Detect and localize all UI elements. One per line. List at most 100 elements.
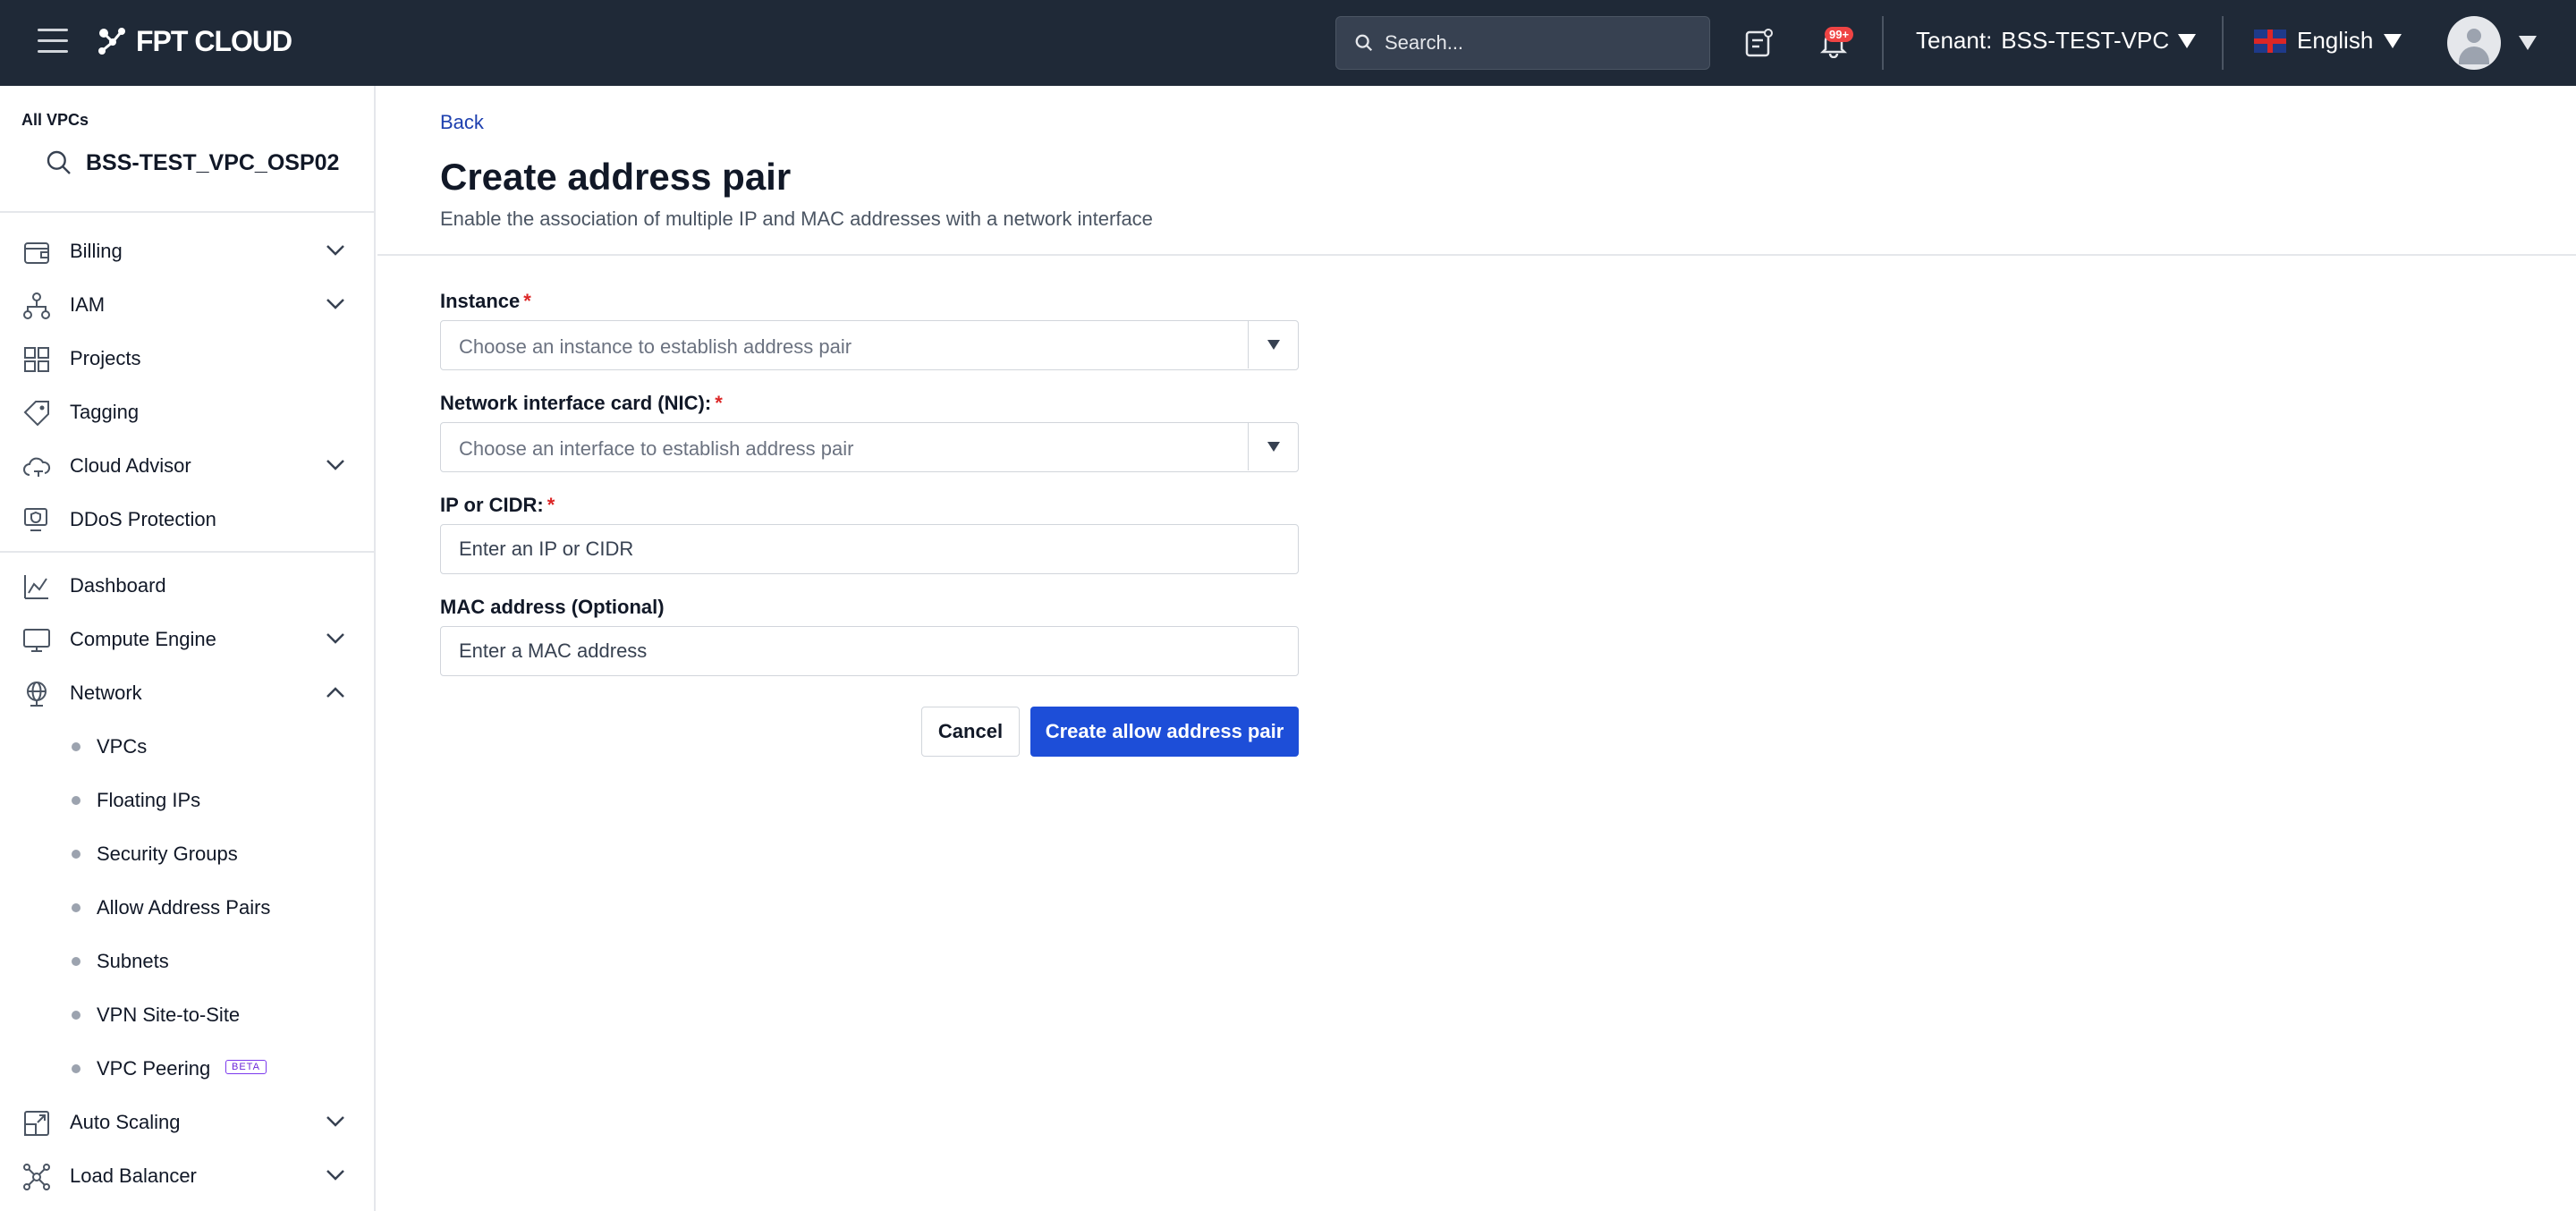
required-marker: * — [523, 290, 531, 312]
sidebar-item-iam[interactable]: IAM — [0, 280, 376, 330]
search-icon — [1355, 34, 1373, 52]
sidebar-item-network[interactable]: Network — [0, 668, 376, 718]
notification-badge: 99+ — [1825, 27, 1854, 42]
sidebar-subitem-label: Security Groups — [97, 843, 238, 865]
chevron-down-icon[interactable] — [326, 459, 345, 476]
bullet — [72, 957, 80, 966]
sidebar-item-load-balancer[interactable]: Load Balancer — [0, 1151, 376, 1201]
chart-icon — [24, 575, 48, 599]
beta-badge: BETA — [225, 1060, 267, 1074]
sidebar-item-cloud-advisor[interactable]: Cloud Advisor — [0, 441, 376, 491]
required-marker: * — [547, 494, 555, 516]
sidebar-subitem-label: VPCs — [97, 735, 148, 758]
sidebar-item-label: Cloud Advisor — [70, 454, 191, 477]
dropdown-arrow-icon[interactable] — [1248, 423, 1298, 470]
sidebar-item-label: Dashboard — [70, 574, 166, 597]
chevron-down-icon[interactable] — [326, 1169, 345, 1186]
cloud-icon — [23, 457, 51, 477]
sidebar-item-label: Billing — [70, 240, 123, 262]
sidebar-subitem-security-groups[interactable]: Security Groups — [0, 829, 376, 879]
fpt-cloud-logo[interactable]: FPT CLOUD — [95, 25, 292, 58]
tenant-value: BSS-TEST-VPC — [2001, 27, 2170, 54]
divider — [377, 254, 2576, 256]
menu-icon[interactable] — [38, 29, 68, 55]
bullet — [72, 903, 80, 912]
instance-label: Instance * — [440, 290, 531, 313]
instance-label-text: Instance — [440, 290, 521, 312]
sidebar-item-auto-scaling[interactable]: Auto Scaling — [0, 1097, 376, 1147]
sidebar-item-label: Compute Engine — [70, 628, 216, 650]
ip-cidr-input[interactable] — [440, 524, 1299, 574]
sidebar-subitem-vpcs[interactable]: VPCs — [0, 722, 376, 772]
sidebar-subitem-allow-address-pairs[interactable]: Allow Address Pairs — [0, 883, 376, 933]
loadbalancer-icon — [23, 1164, 50, 1190]
search-placeholder: Search... — [1385, 31, 1464, 54]
sidebar-item-tagging[interactable]: Tagging — [0, 387, 376, 437]
sidebar-item-compute-engine[interactable]: Compute Engine — [0, 614, 376, 665]
sidebar-subitem-label: Subnets — [97, 950, 169, 972]
iam-icon — [23, 292, 50, 319]
sidebar-subitem-label: VPN Site-to-Site — [97, 1004, 241, 1026]
logo-mark-icon — [98, 27, 125, 55]
nic-placeholder: Choose an interface to establish address… — [459, 437, 854, 460]
sidebar-item-label: Projects — [70, 347, 141, 369]
instance-placeholder: Choose an instance to establish address … — [459, 335, 852, 358]
sidebar-item-label: Network — [70, 682, 142, 704]
chevron-down-icon[interactable] — [326, 1115, 345, 1132]
tasks-icon[interactable] — [1741, 25, 1776, 61]
sidebar-item-label: Load Balancer — [70, 1164, 197, 1187]
ip-label: IP or CIDR: * — [440, 494, 555, 517]
nic-label: Network interface card (NIC): * — [440, 392, 723, 415]
search-box[interactable]: Search... — [1335, 16, 1710, 70]
bullet — [72, 1064, 80, 1073]
dropdown-arrow-icon[interactable] — [1248, 321, 1298, 368]
vpc-label: All VPCs — [21, 111, 89, 129]
page-subtitle: Enable the association of multiple IP an… — [440, 207, 1153, 230]
nic-label-text: Network interface card (NIC): — [440, 392, 712, 414]
bullet — [72, 850, 80, 859]
main-content: Back Create address pair Enable the asso… — [377, 86, 2576, 1211]
vpc-selector[interactable]: BSS-TEST_VPC_OSP02 — [45, 148, 339, 177]
bullet — [72, 796, 80, 805]
sidebar-item-projects[interactable]: Projects — [0, 334, 376, 384]
nic-select[interactable]: Choose an interface to establish address… — [440, 422, 1299, 472]
bullet — [72, 742, 80, 751]
top-bar: FPT CLOUD Search... 99+ Tenant: BSS-TEST… — [0, 0, 2576, 86]
sidebar-subitem-vpn-site-to-site[interactable]: VPN Site-to-Site — [0, 990, 376, 1040]
language-label: English — [2297, 27, 2374, 54]
tenant-selector[interactable]: Tenant: BSS-TEST-VPC — [1916, 27, 2197, 55]
cancel-button[interactable]: Cancel — [921, 707, 1020, 757]
sidebar-subitem-floating-ips[interactable]: Floating IPs — [0, 775, 376, 826]
divider — [0, 551, 376, 553]
mac-label: MAC address (Optional) — [440, 596, 665, 618]
bullet — [72, 1011, 80, 1020]
divider — [2222, 16, 2224, 70]
sidebar-item-ddos-protection[interactable]: DDoS Protection — [0, 495, 376, 545]
required-marker: * — [715, 392, 723, 414]
sidebar-item-label: DDoS Protection — [70, 508, 216, 530]
caret-down-icon — [2178, 33, 2197, 48]
avatar[interactable] — [2447, 16, 2501, 70]
uk-flag-icon — [2254, 29, 2286, 53]
chevron-down-icon[interactable] — [326, 298, 345, 315]
chevron-down-icon[interactable] — [326, 244, 345, 261]
logo-text: FPT CLOUD — [136, 25, 292, 57]
sidebar-subitem-vpc-peering[interactable]: VPC Peering BETA — [0, 1044, 376, 1094]
sidebar-subitem-label: Floating IPs — [97, 789, 201, 811]
projects-icon — [24, 347, 49, 372]
sidebar-item-dashboard[interactable]: Dashboard — [0, 561, 376, 611]
mac-address-input[interactable] — [440, 626, 1299, 676]
chevron-down-icon[interactable] — [326, 632, 345, 649]
back-link[interactable]: Back — [440, 111, 484, 134]
globe-icon — [27, 682, 47, 707]
chevron-up-icon[interactable] — [326, 686, 345, 703]
instance-select[interactable]: Choose an instance to establish address … — [440, 320, 1299, 370]
sidebar-item-label: Tagging — [70, 401, 140, 423]
divider — [0, 211, 376, 213]
caret-down-icon[interactable] — [2519, 36, 2537, 50]
sidebar-item-billing[interactable]: Billing — [0, 226, 376, 276]
create-address-pair-button[interactable]: Create allow address pair — [1030, 707, 1299, 757]
sidebar-subitem-subnets[interactable]: Subnets — [0, 936, 376, 987]
language-selector[interactable]: English — [2254, 27, 2402, 55]
page-title: Create address pair — [440, 156, 792, 198]
